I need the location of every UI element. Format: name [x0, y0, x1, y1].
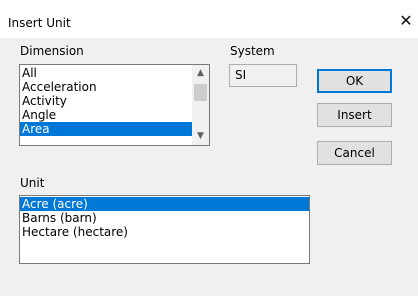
insert-button[interactable]: Insert	[317, 103, 392, 127]
dimension-item-activity[interactable]: Activity	[20, 94, 192, 108]
title-bar: Insert Unit ✕	[0, 8, 418, 38]
close-icon[interactable]: ✕	[396, 11, 416, 31]
system-label: System	[230, 44, 275, 58]
dimension-item-angle[interactable]: Angle	[20, 108, 192, 122]
dimension-item-acceleration[interactable]: Acceleration	[20, 80, 192, 94]
system-value: SI	[229, 64, 297, 87]
ok-button[interactable]: OK	[317, 69, 392, 93]
dimension-scrollbar[interactable]: ▲ ▼	[192, 65, 209, 145]
chevron-up-icon[interactable]: ▲	[192, 65, 209, 82]
cancel-button[interactable]: Cancel	[317, 141, 392, 165]
unit-listbox[interactable]: Acre (acre) Barns (barn) Hectare (hectar…	[19, 195, 310, 264]
unit-label: Unit	[20, 176, 45, 190]
dimension-item-all[interactable]: All	[20, 66, 192, 80]
dimension-label: Dimension	[20, 44, 84, 58]
unit-item-acre[interactable]: Acre (acre)	[20, 197, 309, 211]
dimension-item-area[interactable]: Area	[20, 122, 192, 136]
unit-item-hectare[interactable]: Hectare (hectare)	[20, 225, 309, 239]
window-title: Insert Unit	[8, 16, 71, 30]
scrollbar-thumb[interactable]	[194, 84, 207, 101]
unit-item-barns[interactable]: Barns (barn)	[20, 211, 309, 225]
chevron-down-icon[interactable]: ▼	[192, 128, 209, 145]
dimension-listbox[interactable]: All Acceleration Activity Angle Area ▲ ▼	[19, 64, 210, 146]
